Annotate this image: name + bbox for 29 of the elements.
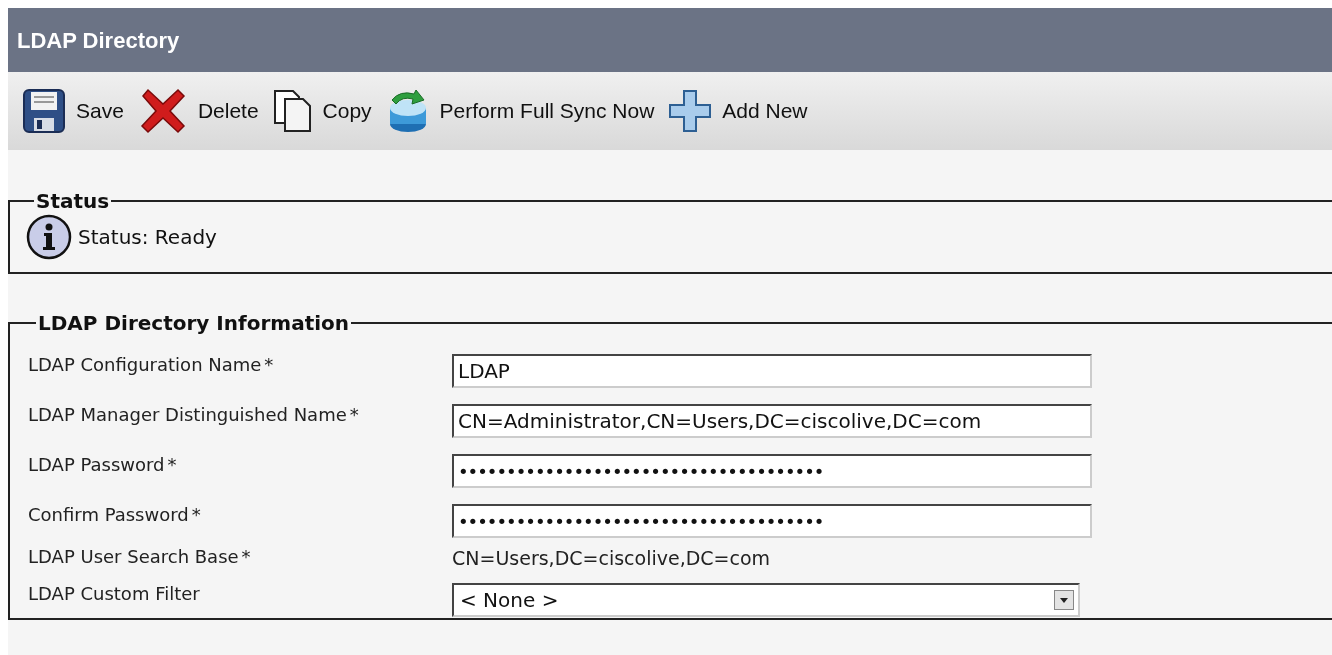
field-label: LDAP Manager Distinguished Name: [28, 403, 347, 425]
input-field[interactable]: CN=Administrator,CN=Users,DC=ciscolive,DC=com: [452, 404, 1092, 438]
toolbar-button[interactable]: Perform Full Sync Now: [385, 88, 655, 134]
field-label: Confirm Password: [28, 503, 189, 525]
window-title: LDAP Directory: [17, 26, 180, 55]
input-field[interactable]: LDAP: [452, 354, 1092, 388]
required-mark: *: [264, 353, 274, 375]
required-mark: *: [241, 545, 251, 567]
custom-filter-dropdown[interactable]: < None >: [452, 583, 1080, 617]
field-label: LDAP Custom Filter: [28, 582, 200, 604]
password-field[interactable]: ••••••••••••••••••••••••••••••••••••••: [452, 504, 1092, 538]
section-legend: Status: [34, 186, 112, 216]
required-mark: *: [167, 453, 177, 475]
info-icon: [26, 214, 72, 260]
toolbar-button[interactable]: Add New: [668, 89, 808, 133]
required-mark: *: [349, 403, 359, 425]
status-message: Status: Ready: [78, 224, 217, 251]
required-mark: *: [191, 503, 201, 525]
field-label: LDAP User Search Base: [28, 545, 239, 567]
field-value: CN=Users,DC=ciscolive,DC=com: [452, 545, 771, 571]
toolbar-button[interactable]: Save: [22, 88, 124, 134]
password-field[interactable]: ••••••••••••••••••••••••••••••••••••••: [452, 454, 1092, 488]
field-label: LDAP Password: [28, 453, 165, 475]
field-label: LDAP Configuration Name: [28, 353, 262, 375]
section-legend: LDAP Directory Information: [36, 308, 352, 338]
toolbar-button[interactable]: Delete: [137, 86, 259, 136]
copy-pages-icon: [272, 89, 313, 133]
plus-icon: [668, 89, 713, 133]
toolbar-button[interactable]: Copy: [272, 89, 372, 133]
